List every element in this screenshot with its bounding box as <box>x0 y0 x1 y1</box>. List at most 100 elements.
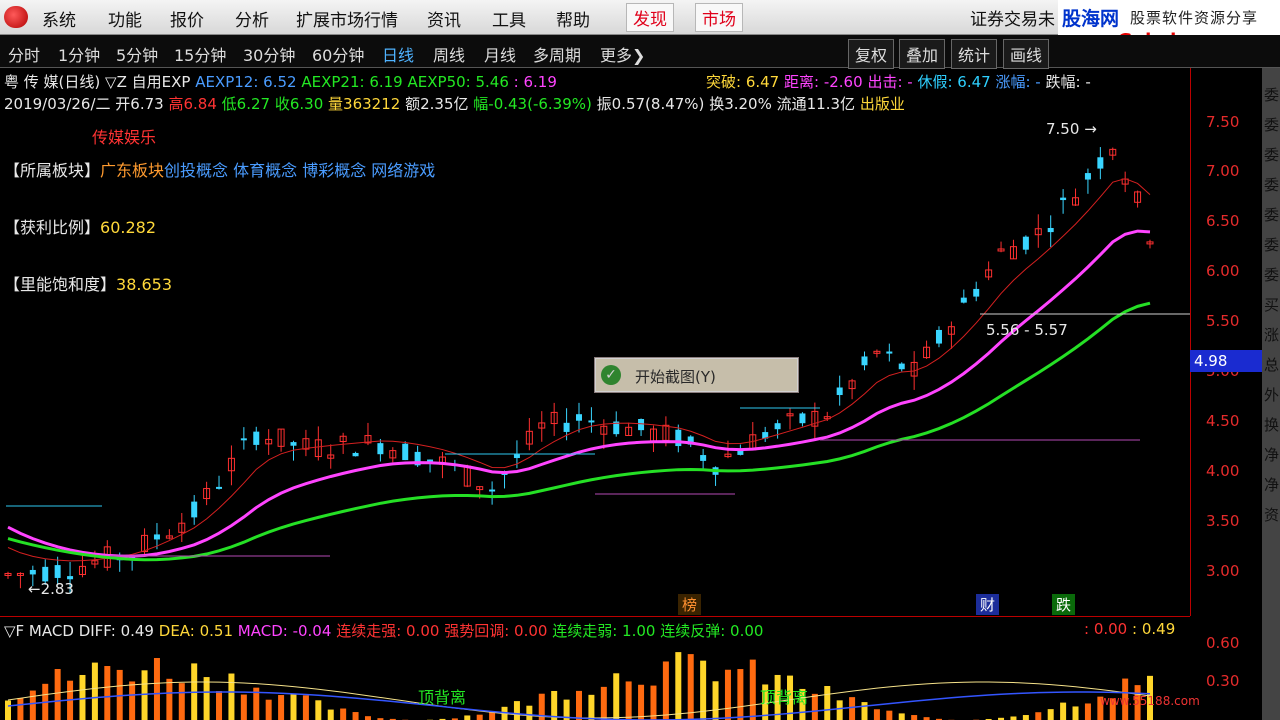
candle-body <box>960 297 967 303</box>
price-axis <box>1190 68 1239 616</box>
macd-bar <box>911 715 918 720</box>
menu-analysis[interactable]: 分析 <box>235 6 269 31</box>
candle-body <box>153 534 160 540</box>
kline-chart[interactable] <box>0 68 1190 616</box>
candle-body <box>216 486 223 489</box>
macd-bar <box>638 684 645 720</box>
arrow-left-icon: ← <box>28 580 41 598</box>
period-more-label: 更多 <box>600 46 633 65</box>
check-icon: ✓ <box>601 365 621 385</box>
period-tab[interactable]: 30分钟 <box>243 42 295 66</box>
candle-body <box>191 501 198 518</box>
macd-bar <box>240 694 247 720</box>
period-tab[interactable]: 60分钟 <box>312 42 364 66</box>
period-tab[interactable]: 月线 <box>484 42 516 66</box>
y-tick: 4.50 <box>1206 412 1240 430</box>
restore-rights-button[interactable]: 复权 <box>848 39 895 69</box>
candle-body <box>1022 236 1029 250</box>
macd-bar <box>811 693 818 720</box>
menu-system[interactable]: 系统 <box>42 6 76 31</box>
menu-function[interactable]: 功能 <box>108 6 142 31</box>
candle-body <box>54 565 61 578</box>
candle-body <box>1097 157 1104 169</box>
macd-bar <box>861 702 868 720</box>
period-tab-active[interactable]: 日线 <box>382 42 414 66</box>
macd-bar <box>302 695 309 720</box>
diff-value: DIFF: 0.49 <box>78 622 154 640</box>
aexp12-line <box>7 229 1151 558</box>
macd-header: ▽F MACD DIFF: 0.49 DEA: 0.51 MACD: -0.04… <box>4 620 763 641</box>
candle-body <box>861 356 868 366</box>
menu-news[interactable]: 资讯 <box>427 6 461 31</box>
menu-market[interactable]: 市场 <box>695 3 743 32</box>
top-divergence-1: 顶背离 <box>418 688 467 707</box>
arrow-right-icon: → <box>1084 120 1097 138</box>
macd-bar <box>216 691 223 720</box>
draw-line-button[interactable]: 画线 <box>1003 39 1050 69</box>
low-value: 2.83 <box>40 580 74 598</box>
period-tab[interactable]: 分时 <box>8 42 40 66</box>
candle-body <box>935 329 942 344</box>
high-annotation: 7.50 → <box>1046 120 1097 138</box>
macd-bar <box>352 712 359 720</box>
macd-bar <box>836 700 843 720</box>
badge-fin[interactable]: 财 <box>976 594 1000 615</box>
candle-body <box>973 288 980 297</box>
macd-bar <box>364 716 371 720</box>
macd-bar <box>675 652 682 720</box>
menu-help[interactable]: 帮助 <box>556 6 590 31</box>
y-tick: 5.50 <box>1206 312 1240 330</box>
screenshot-button[interactable]: ✓ 开始截图(Y) <box>594 357 799 393</box>
candle-body <box>675 429 682 447</box>
candle-body <box>898 363 905 370</box>
badge-list[interactable]: 榜 <box>678 594 702 615</box>
macd-bar <box>650 685 657 720</box>
macd-bar <box>340 708 347 720</box>
macd-bar <box>17 697 24 720</box>
overlay-button[interactable]: 叠加 <box>899 39 946 69</box>
candle-body <box>377 443 384 455</box>
candle-body <box>402 443 409 461</box>
y-tick: 3.50 <box>1206 512 1240 530</box>
macd-bar <box>327 709 334 720</box>
screenshot-label: 开始截图(Y) <box>635 368 716 386</box>
period-bar: 分时 1分钟 5分钟 15分钟 30分钟 60分钟 日线 周线 月线 多周期 更… <box>0 35 1280 69</box>
menu-quote[interactable]: 报价 <box>170 6 204 31</box>
macd-bar <box>551 690 558 720</box>
s3-value: 连续走弱: 1.00 <box>552 622 656 640</box>
statistics-button[interactable]: 统计 <box>951 39 998 69</box>
candle-body <box>1060 197 1067 201</box>
badge-drop[interactable]: 跌 <box>1052 594 1076 615</box>
period-tab[interactable]: 周线 <box>433 42 465 66</box>
macd-bar <box>54 669 61 720</box>
macd-bar <box>625 681 632 720</box>
period-tab[interactable]: 1分钟 <box>58 42 100 66</box>
macd-title[interactable]: ▽F MACD <box>4 622 74 640</box>
menu-discover[interactable]: 发现 <box>626 3 674 32</box>
macd-bar <box>576 690 582 720</box>
footer-watermark-url: www.55188.com <box>1100 694 1200 708</box>
macd-bar <box>5 700 11 720</box>
macd-right-values: : 0.00 : 0.49 <box>1084 620 1175 638</box>
s1-value: 连续走强: 0.00 <box>336 622 440 640</box>
candle-body <box>638 419 645 431</box>
candle-body <box>1047 227 1054 233</box>
menu-extended-market[interactable]: 扩展市场行情 <box>296 6 398 31</box>
dea-value: DEA: 0.51 <box>158 622 234 640</box>
macd-bar <box>278 695 285 720</box>
period-more-button[interactable]: 更多❯ <box>600 42 645 66</box>
macd-chart[interactable] <box>0 640 1190 720</box>
period-tab[interactable]: 15分钟 <box>174 42 226 66</box>
top-divergence-2: 顶背离 <box>760 688 809 707</box>
menu-tools[interactable]: 工具 <box>492 6 526 31</box>
candle-body <box>799 413 806 424</box>
macd-bar <box>824 686 831 720</box>
period-tab[interactable]: 多周期 <box>533 42 581 66</box>
candles-group <box>4 147 1154 594</box>
macd-separator <box>0 616 1190 617</box>
macd-value: MACD: -0.04 <box>237 622 332 640</box>
period-tab[interactable]: 5分钟 <box>116 42 158 66</box>
y-tick: 7.50 <box>1206 113 1240 131</box>
macd-bar <box>141 670 148 720</box>
s4-value: 连续反弹: 0.00 <box>660 622 764 640</box>
